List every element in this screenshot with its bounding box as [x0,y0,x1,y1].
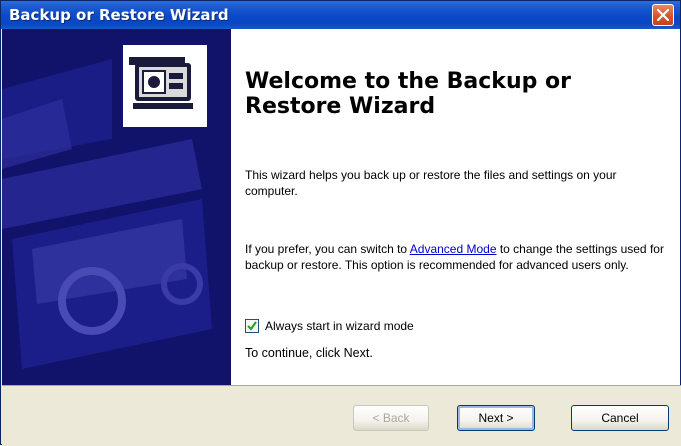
wizard-window: Backup or Restore Wizard Welcome to the … [0,0,681,446]
continue-instruction: To continue, click Next. [245,346,373,360]
next-button[interactable]: Next > [457,405,535,431]
backup-wizard-icon [123,45,207,127]
cancel-button[interactable]: Cancel [571,405,669,431]
always-wizard-mode-checkbox[interactable] [245,319,259,333]
checkbox-label[interactable]: Always start in wizard mode [265,319,414,333]
intro-text: This wizard helps you back up or restore… [245,168,617,198]
close-button[interactable] [652,4,674,26]
page-title: Welcome to the Backup or Restore Wizard [245,69,571,119]
advanced-mode-text: If you prefer, you can switch to Advance… [245,241,665,273]
title-bar[interactable]: Backup or Restore Wizard [1,1,680,29]
back-button[interactable]: < Back [353,405,429,431]
checkmark-icon [247,321,257,331]
window-title: Backup or Restore Wizard [9,6,229,24]
advanced-text-before: If you prefer, you can switch to [245,242,410,256]
advanced-mode-link[interactable]: Advanced Mode [410,242,497,256]
close-icon [657,9,669,21]
